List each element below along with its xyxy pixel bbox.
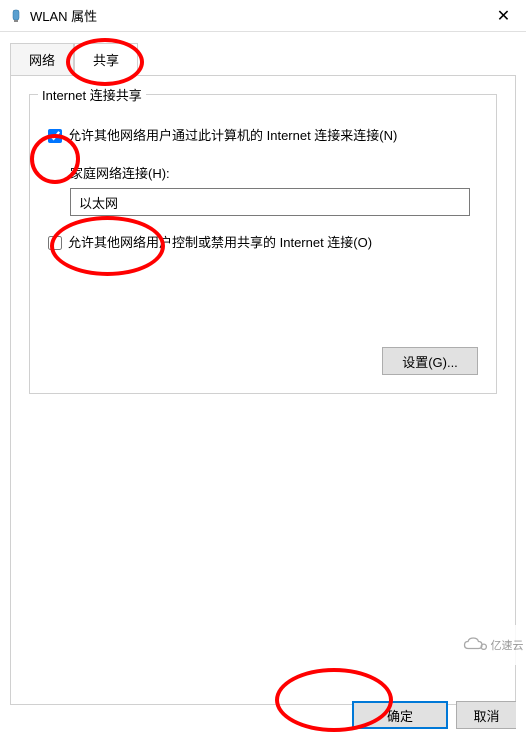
dropdown-value: 以太网 [79,193,118,212]
window-title: WLAN 属性 [30,6,481,25]
tab-network[interactable]: 网络 [10,43,74,76]
allow-control-checkbox[interactable] [48,236,62,250]
dialog-buttons: 确定 取消 [352,701,516,729]
watermark-text: 亿速云 [491,637,524,653]
allow-connect-label: 允许其他网络用户通过此计算机的 Internet 连接来连接(N) [68,127,478,145]
ics-groupbox: Internet 连接共享 允许其他网络用户通过此计算机的 Internet 连… [29,94,497,394]
close-button[interactable]: ✕ [481,0,526,32]
allow-control-label: 允许其他网络用户控制或禁用共享的 Internet 连接(O) [68,234,478,252]
allow-connect-row: 允许其他网络用户通过此计算机的 Internet 连接来连接(N) [48,127,478,145]
ok-button[interactable]: 确定 [352,701,448,729]
wlan-icon [8,8,24,24]
home-network-dropdown[interactable]: 以太网 [70,188,470,216]
watermark: 亿速云 [458,625,526,665]
allow-control-row: 允许其他网络用户控制或禁用共享的 Internet 连接(O) [48,234,478,252]
settings-button[interactable]: 设置(G)... [382,347,478,375]
home-network-label: 家庭网络连接(H): [70,163,478,182]
tab-sharing[interactable]: 共享 [74,43,138,76]
allow-connect-checkbox[interactable] [48,129,62,143]
cancel-button[interactable]: 取消 [456,701,516,729]
groupbox-title: Internet 连接共享 [38,85,146,104]
tab-strip: 网络 共享 [0,32,526,75]
tab-panel-sharing: Internet 连接共享 允许其他网络用户通过此计算机的 Internet 连… [10,75,516,705]
titlebar: WLAN 属性 ✕ [0,0,526,32]
